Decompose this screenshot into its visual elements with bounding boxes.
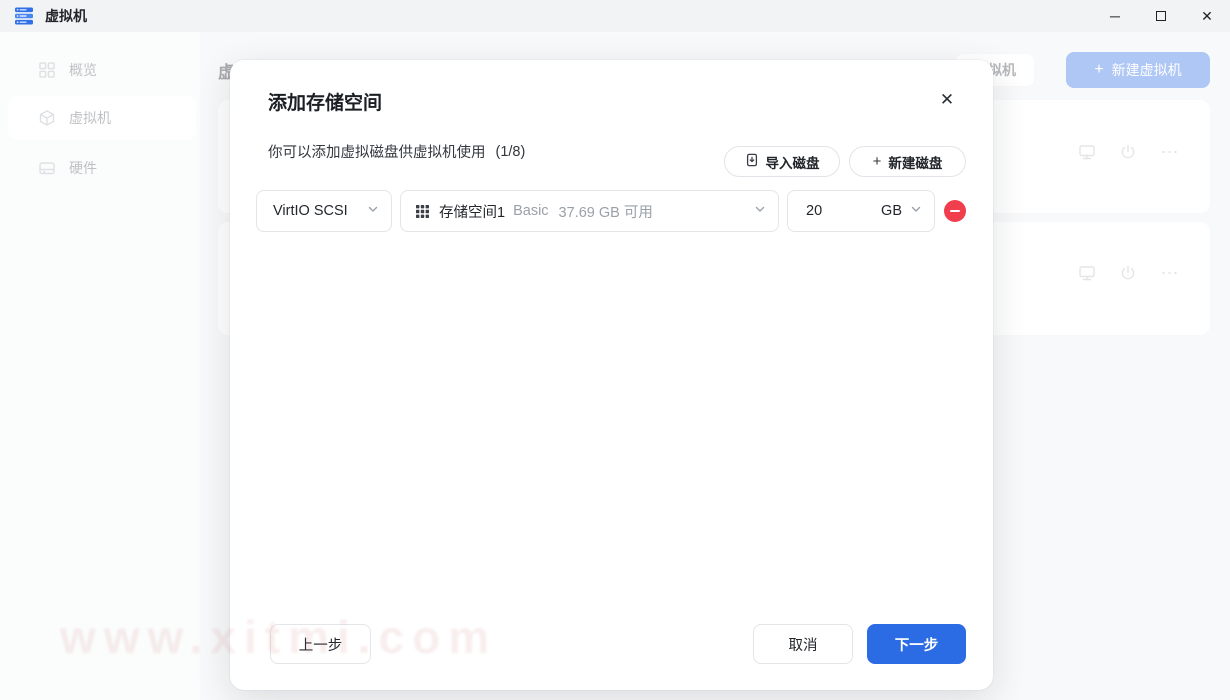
import-disk-label: 导入磁盘 — [765, 155, 820, 171]
description-text: 你可以添加虚拟磁盘供虚拟机使用 — [268, 145, 486, 161]
dialog-description: 你可以添加虚拟磁盘供虚拟机使用 (1/8) — [268, 136, 525, 167]
storage-type: Basic — [513, 203, 549, 219]
disk-size-field: GB — [787, 190, 935, 232]
storage-space-select[interactable]: 存储空间1 Basic 37.69 GB 可用 — [400, 190, 779, 232]
disk-size-input[interactable] — [806, 203, 858, 219]
app-window: 概览 虚拟机 硬件 虚拟机 虚拟机 + 新建虚拟机 — [0, 0, 1230, 700]
bus-type-select[interactable]: VirtIO SCSI — [256, 190, 392, 232]
size-unit-value: GB — [881, 203, 902, 219]
storage-available: 37.69 GB 可用 — [558, 204, 653, 221]
maximize-icon — [1156, 11, 1166, 21]
storage-grid-icon — [415, 204, 430, 219]
chevron-down-icon[interactable] — [910, 203, 922, 219]
minimize-button[interactable]: ─ — [1092, 0, 1138, 32]
minus-icon — [950, 209, 960, 213]
app-logo-icon — [14, 6, 34, 26]
import-disk-button[interactable]: 导入磁盘 — [724, 146, 840, 177]
remove-disk-button[interactable] — [944, 200, 966, 222]
previous-step-button[interactable]: 上一步 — [270, 624, 371, 664]
storage-name: 存储空间1 — [439, 204, 506, 221]
add-storage-dialog: 添加存储空间 ✕ 你可以添加虚拟磁盘供虚拟机使用 (1/8) 导入磁盘 + 新建… — [230, 60, 993, 690]
window-controls: ─ ✕ — [1092, 0, 1230, 32]
close-dialog-button[interactable]: ✕ — [933, 86, 961, 114]
chevron-down-icon — [754, 203, 766, 219]
plus-icon: + — [872, 153, 882, 170]
titlebar: 虚拟机 ─ ✕ — [0, 0, 1230, 32]
next-step-button[interactable]: 下一步 — [867, 624, 966, 664]
chevron-down-icon — [367, 203, 379, 219]
new-disk-label: 新建磁盘 — [888, 155, 943, 171]
import-disk-icon — [745, 153, 759, 170]
window-title: 虚拟机 — [45, 8, 87, 24]
close-window-button[interactable]: ✕ — [1184, 0, 1230, 32]
cancel-button[interactable]: 取消 — [753, 624, 853, 664]
new-disk-button[interactable]: + 新建磁盘 — [849, 146, 966, 177]
maximize-button[interactable] — [1138, 0, 1184, 32]
dialog-title: 添加存储空间 — [268, 93, 383, 114]
disk-counter: (1/8) — [495, 143, 526, 160]
bus-type-value: VirtIO SCSI — [273, 203, 348, 219]
